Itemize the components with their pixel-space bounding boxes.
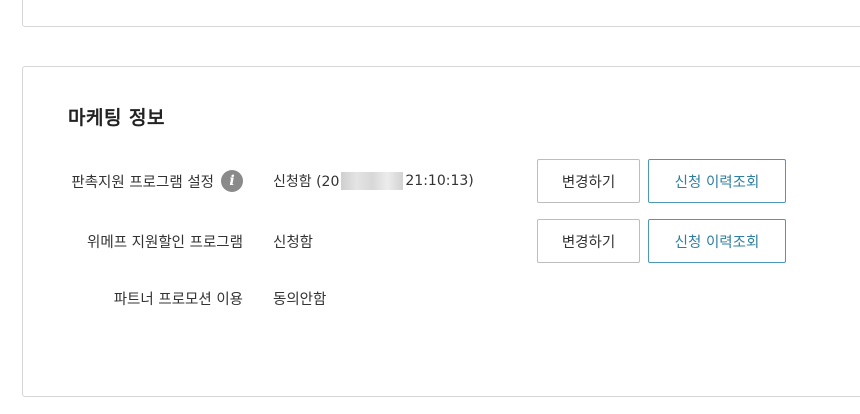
redacted-date <box>341 172 404 190</box>
row-label: 파트너 프로모션 이용 <box>113 291 243 308</box>
row-value: 동의안함 <box>273 291 327 308</box>
row-label-wrap: 판촉지원 프로그램 설정 i <box>71 159 243 203</box>
row-label: 판촉지원 프로그램 설정 <box>71 174 214 191</box>
row-promotion-support: 판촉지원 프로그램 설정 i 신청함 (20 21:10:13) 변경하기 신청… <box>23 159 860 203</box>
row-value: 신청함 (20 21:10:13) <box>273 159 474 203</box>
row-wemakeprice-discount: 위메프 지원할인 프로그램 신청함 변경하기 신청 이력조회 <box>23 219 860 263</box>
row-partner-promotion: 파트너 프로모션 이용 동의안함 <box>23 276 860 320</box>
history-button[interactable]: 신청 이력조회 <box>648 219 786 263</box>
history-button[interactable]: 신청 이력조회 <box>648 159 786 203</box>
row-label-wrap: 파트너 프로모션 이용 <box>114 276 243 320</box>
value-prefix: 신청함 (20 <box>273 174 340 190</box>
change-button[interactable]: 변경하기 <box>537 219 640 263</box>
page: 마케팅 정보 판촉지원 프로그램 설정 i 신청함 (20 21:10:13) … <box>0 0 860 414</box>
previous-section-card <box>22 0 860 27</box>
row-label: 위메프 지원할인 프로그램 <box>87 234 243 251</box>
section-title: 마케팅 정보 <box>68 107 166 129</box>
row-value: 신청함 <box>273 234 314 251</box>
value-suffix: 21:10:13) <box>405 173 474 189</box>
marketing-info-card: 마케팅 정보 판촉지원 프로그램 설정 i 신청함 (20 21:10:13) … <box>22 66 860 397</box>
info-icon[interactable]: i <box>221 170 243 192</box>
row-label-wrap: 위메프 지원할인 프로그램 <box>87 219 243 263</box>
change-button[interactable]: 변경하기 <box>537 159 640 203</box>
